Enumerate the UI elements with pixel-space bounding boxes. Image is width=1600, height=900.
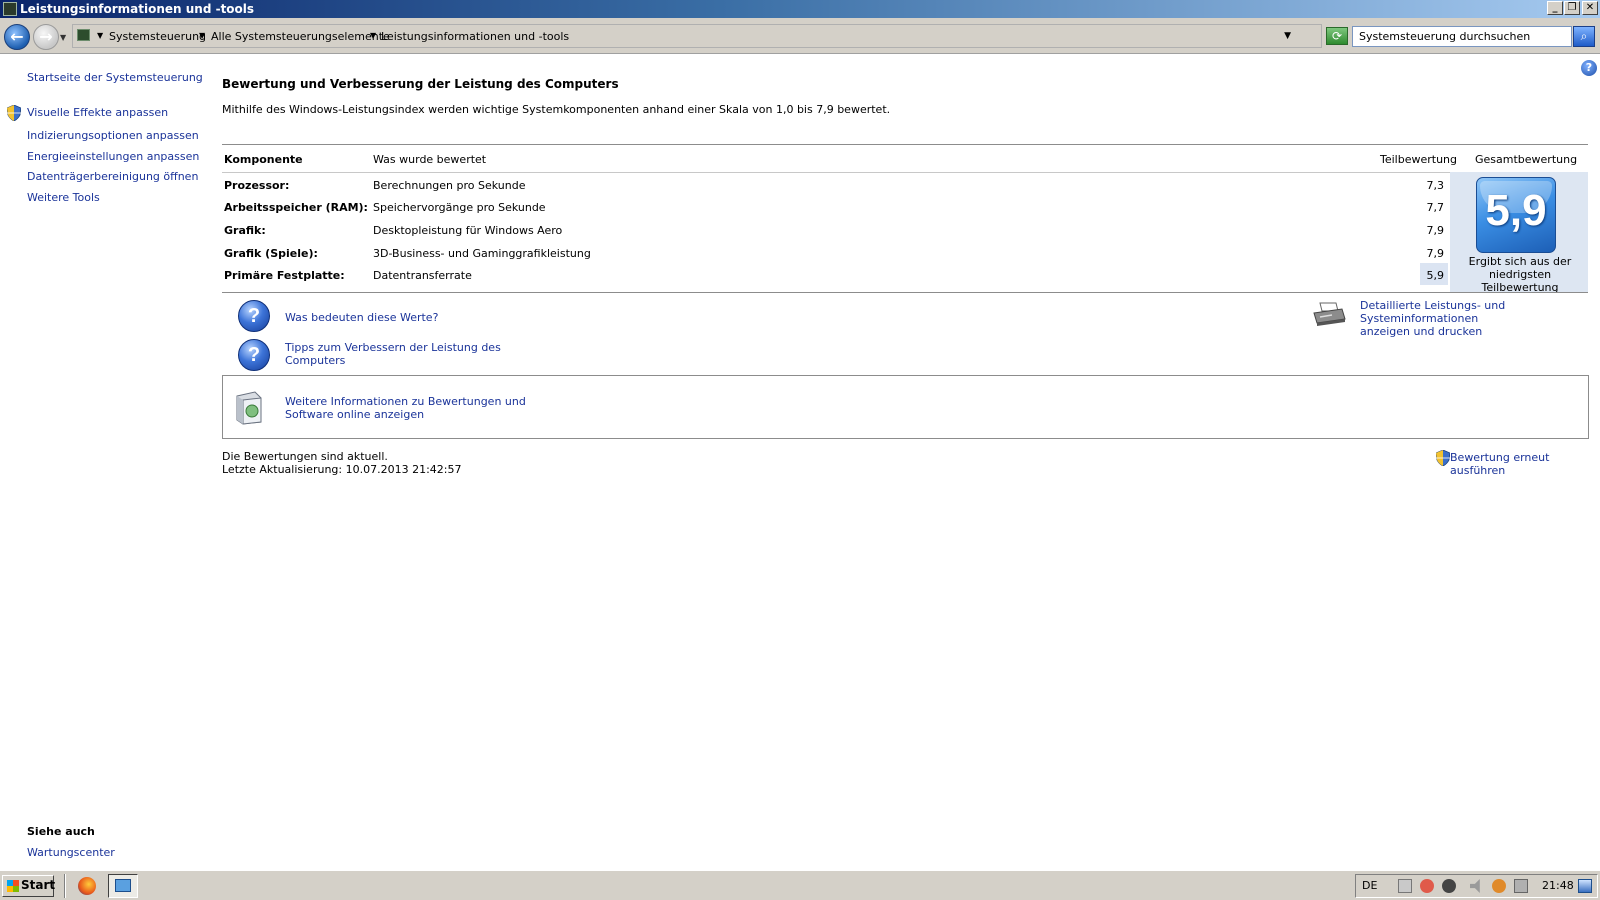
clock[interactable]: 21:48: [1542, 879, 1574, 892]
rated-description: 3D-Business- und Gaminggrafikleistung: [373, 247, 591, 260]
device-icon[interactable]: [1514, 879, 1528, 893]
uac-shield-icon: [1436, 450, 1450, 466]
rerun-assessment-link[interactable]: Bewertung erneut ausführen: [1450, 451, 1600, 477]
see-also-heading: Siehe auch: [27, 825, 95, 838]
nav-link-home[interactable]: Startseite der Systemsteuerung: [27, 71, 203, 84]
chevron-down-icon[interactable]: ▼: [370, 31, 376, 40]
column-header-subscore: Teilbewertung: [1380, 153, 1458, 166]
recent-pages-dropdown[interactable]: ▼: [60, 33, 66, 42]
column-header-basescore: Gesamtbewertung: [1475, 153, 1578, 166]
link-detailed-info-print[interactable]: Detaillierte Leistungs- und Systeminform…: [1360, 299, 1600, 338]
title-bar: Leistungsinformationen und -tools _ ❐ ✕: [0, 0, 1600, 18]
content-area: Startseite der Systemsteuerung Visuelle …: [0, 55, 1600, 870]
page-title: Bewertung und Verbesserung der Leistung …: [222, 77, 619, 91]
nav-link-more-tools[interactable]: Weitere Tools: [27, 191, 100, 204]
rated-description: Berechnungen pro Sekunde: [373, 179, 526, 192]
nav-link-power[interactable]: Energieeinstellungen anpassen: [27, 150, 199, 163]
subscore-value: 7,3: [1426, 179, 1445, 192]
back-button[interactable]: ←: [4, 24, 30, 50]
tray-app-icon[interactable]: [1420, 879, 1434, 893]
window-title: Leistungsinformationen und -tools: [20, 2, 255, 16]
control-panel-icon: [115, 879, 131, 892]
taskbar-item-control-panel[interactable]: [108, 874, 138, 898]
forward-button[interactable]: →: [33, 24, 59, 50]
arrow-left-icon: ←: [10, 27, 24, 46]
column-header-rated: Was wurde bewertet: [373, 153, 487, 166]
close-button[interactable]: ✕: [1582, 1, 1598, 15]
table-divider: [222, 292, 1588, 293]
taskbar-separator: [64, 874, 66, 898]
rated-description: Datentransferrate: [373, 269, 472, 282]
link-online-ratings-software[interactable]: Weitere Informationen zu Bewertungen und…: [285, 395, 526, 421]
breadcrumb-item[interactable]: Alle Systemsteuerungselemente: [211, 30, 390, 43]
help-icon[interactable]: ?: [1581, 60, 1597, 76]
chevron-down-icon[interactable]: ▼: [97, 31, 103, 40]
breadcrumb-item[interactable]: Systemsteuerung: [109, 30, 206, 43]
network-icon[interactable]: [1398, 879, 1412, 893]
arrow-right-icon: →: [39, 27, 53, 46]
component-name: Arbeitsspeicher (RAM):: [224, 201, 368, 214]
see-also-link-action-center[interactable]: Wartungscenter: [27, 846, 115, 859]
table-divider: [222, 172, 1588, 173]
base-score-caption: Ergibt sich aus der niedrigsten Teilbewe…: [1468, 255, 1572, 294]
component-name: Prozessor:: [224, 179, 290, 192]
address-dropdown-icon[interactable]: ▼: [1284, 31, 1291, 41]
link-what-do-scores-mean[interactable]: Was bedeuten diese Werte?: [285, 311, 438, 324]
subscore-value: 7,7: [1426, 201, 1445, 214]
language-indicator[interactable]: DE: [1362, 879, 1377, 892]
steam-icon[interactable]: [1442, 879, 1456, 893]
table-divider: [222, 144, 1588, 145]
control-panel-icon: [77, 29, 90, 41]
base-score-value: 5,9: [1485, 186, 1547, 235]
nav-link-disk-cleanup[interactable]: Datenträgerbereinigung öffnen: [27, 170, 198, 183]
search-icon[interactable]: ⌕: [1573, 26, 1595, 47]
address-bar: ← → ▼ ▼ Systemsteuerung ▼ Alle Systemste…: [0, 18, 1600, 54]
windows-logo-icon: [7, 880, 19, 892]
page-description: Mithilfe des Windows-Leistungsindex werd…: [222, 103, 891, 116]
breadcrumb-item[interactable]: Leistungsinformationen und -tools: [381, 30, 569, 43]
uac-shield-icon: [7, 105, 21, 121]
nav-link-indexing[interactable]: Indizierungsoptionen anpassen: [27, 129, 199, 142]
rated-description: Speichervorgänge pro Sekunde: [373, 201, 546, 214]
printer-icon: [1313, 302, 1346, 326]
nav-link-visual-effects[interactable]: Visuelle Effekte anpassen: [27, 106, 168, 119]
chevron-down-icon[interactable]: ▼: [199, 31, 205, 40]
firefox-icon[interactable]: [78, 877, 96, 895]
component-name: Grafik:: [224, 224, 266, 237]
column-header-component: Komponente: [224, 153, 303, 166]
link-performance-tips[interactable]: Tipps zum Verbessern der Leistung des Co…: [285, 341, 501, 367]
subscore-value: 5,9: [1426, 269, 1445, 282]
software-box-icon: [236, 391, 262, 425]
start-button[interactable]: Start: [2, 875, 55, 897]
question-icon: ?: [238, 300, 270, 332]
search-input[interactable]: Systemsteuerung durchsuchen: [1352, 26, 1572, 47]
breadcrumb[interactable]: ▼ Systemsteuerung ▼ Alle Systemsteuerung…: [72, 24, 1322, 48]
component-name: Primäre Festplatte:: [224, 269, 345, 282]
subscore-value: 7,9: [1426, 247, 1445, 260]
subscore-value: 7,9: [1426, 224, 1445, 237]
component-name: Grafik (Spiele):: [224, 247, 318, 260]
refresh-button[interactable]: ⟳: [1326, 27, 1348, 45]
rated-description: Desktopleistung für Windows Aero: [373, 224, 563, 237]
minimize-button[interactable]: _: [1547, 1, 1563, 15]
status-text: Die Bewertungen sind aktuell.: [222, 450, 388, 463]
security-icon[interactable]: [1492, 879, 1506, 893]
question-icon: ?: [238, 339, 270, 371]
control-panel-icon: [3, 2, 17, 16]
base-score-badge: 5,9: [1476, 177, 1556, 253]
restore-button[interactable]: ❐: [1564, 1, 1580, 15]
show-desktop-icon[interactable]: [1578, 879, 1592, 893]
taskbar: Start DE 21:48: [0, 870, 1600, 900]
online-info-box: Weitere Informationen zu Bewertungen und…: [222, 375, 1589, 439]
last-update-text: Letzte Aktualisierung: 10.07.2013 21:42:…: [222, 463, 462, 476]
